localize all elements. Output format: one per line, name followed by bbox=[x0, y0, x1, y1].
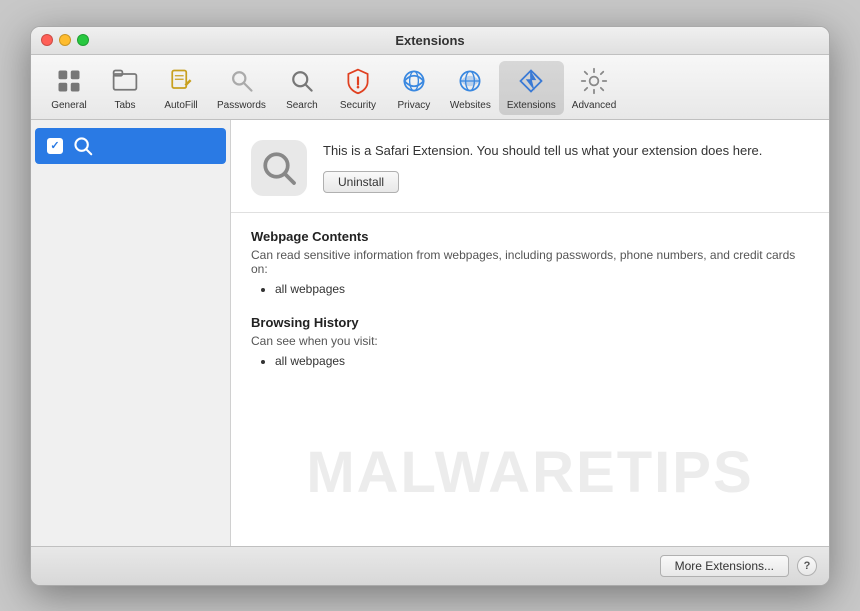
checkmark-icon: ✓ bbox=[50, 139, 59, 152]
toolbar-item-tabs[interactable]: Tabs bbox=[97, 61, 153, 115]
extensions-label: Extensions bbox=[507, 100, 556, 111]
permission-item: all webpages bbox=[275, 280, 809, 299]
extension-checkbox[interactable]: ✓ bbox=[47, 138, 63, 154]
more-extensions-button[interactable]: More Extensions... bbox=[660, 555, 789, 577]
permission-list-history: all webpages bbox=[251, 352, 809, 371]
extension-icon-large bbox=[251, 140, 307, 196]
toolbar-item-autofill[interactable]: AutoFill bbox=[153, 61, 209, 115]
search-label: Search bbox=[286, 100, 318, 111]
toolbar: General Tabs AutoFill bbox=[31, 55, 829, 120]
extension-description: This is a Safari Extension. You should t… bbox=[323, 142, 809, 160]
extension-info: This is a Safari Extension. You should t… bbox=[323, 142, 809, 192]
extension-header: This is a Safari Extension. You should t… bbox=[231, 120, 829, 213]
permission-desc-history: Can see when you visit: bbox=[251, 334, 809, 348]
safari-preferences-window: Extensions General Ta bbox=[30, 26, 830, 586]
toolbar-item-general[interactable]: General bbox=[41, 61, 97, 115]
search-icon bbox=[286, 65, 318, 97]
permission-item: all webpages bbox=[275, 352, 809, 371]
titlebar: Extensions bbox=[31, 27, 829, 55]
permissions-section: Webpage Contents Can read sensitive info… bbox=[231, 213, 829, 403]
window-title: Extensions bbox=[395, 33, 464, 48]
toolbar-item-extensions[interactable]: Extensions bbox=[499, 61, 564, 115]
toolbar-item-advanced[interactable]: Advanced bbox=[564, 61, 624, 115]
autofill-icon bbox=[165, 65, 197, 97]
extensions-sidebar: ✓ bbox=[31, 120, 231, 546]
passwords-icon bbox=[225, 65, 257, 97]
security-label: Security bbox=[340, 100, 376, 111]
permission-desc-webpage: Can read sensitive information from webp… bbox=[251, 248, 809, 276]
watermark-text: MALWARETIPS bbox=[306, 439, 753, 506]
watermark: MALWARETIPS bbox=[231, 439, 829, 506]
passwords-label: Passwords bbox=[217, 100, 266, 111]
maximize-button[interactable] bbox=[77, 34, 89, 46]
websites-label: Websites bbox=[450, 100, 491, 111]
advanced-icon bbox=[578, 65, 610, 97]
close-button[interactable] bbox=[41, 34, 53, 46]
toolbar-item-privacy[interactable]: Privacy bbox=[386, 61, 442, 115]
extensions-icon bbox=[515, 65, 547, 97]
bottom-bar: More Extensions... ? bbox=[31, 546, 829, 585]
general-label: General bbox=[51, 100, 87, 111]
minimize-button[interactable] bbox=[59, 34, 71, 46]
privacy-icon bbox=[398, 65, 430, 97]
permission-title-webpage: Webpage Contents bbox=[251, 229, 809, 244]
extension-detail-panel: MALWARETIPS This is a Safari Extension. … bbox=[231, 120, 829, 546]
general-icon bbox=[53, 65, 85, 97]
extension-item-icon bbox=[71, 134, 95, 158]
help-button[interactable]: ? bbox=[797, 556, 817, 576]
content-area: ✓ MALWARETIPS bbox=[31, 120, 829, 546]
tabs-icon bbox=[109, 65, 141, 97]
advanced-label: Advanced bbox=[572, 100, 616, 111]
permission-list-webpage: all webpages bbox=[251, 280, 809, 299]
websites-icon bbox=[454, 65, 486, 97]
extension-list-item[interactable]: ✓ bbox=[35, 128, 226, 164]
security-icon bbox=[342, 65, 374, 97]
tabs-label: Tabs bbox=[114, 100, 135, 111]
autofill-label: AutoFill bbox=[164, 100, 197, 111]
toolbar-item-search[interactable]: Search bbox=[274, 61, 330, 115]
toolbar-item-passwords[interactable]: Passwords bbox=[209, 61, 274, 115]
permission-title-history: Browsing History bbox=[251, 315, 809, 330]
toolbar-item-websites[interactable]: Websites bbox=[442, 61, 499, 115]
traffic-lights bbox=[41, 34, 89, 46]
privacy-label: Privacy bbox=[398, 100, 431, 111]
uninstall-button[interactable]: Uninstall bbox=[323, 171, 399, 193]
permission-group-webpage: Webpage Contents Can read sensitive info… bbox=[251, 229, 809, 299]
permission-group-history: Browsing History Can see when you visit:… bbox=[251, 315, 809, 371]
toolbar-item-security[interactable]: Security bbox=[330, 61, 386, 115]
